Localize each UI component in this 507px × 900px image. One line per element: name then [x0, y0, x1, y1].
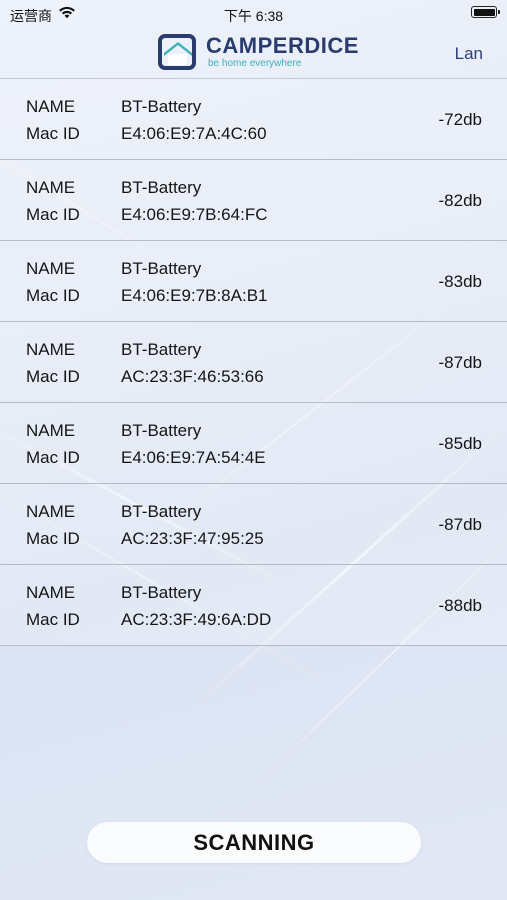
device-row[interactable]: NAME Mac ID BT-Battery AC:23:3F:46:53:66…	[0, 322, 507, 403]
status-bar: 运营商 下午 6:38	[0, 0, 507, 28]
device-name: BT-Battery	[121, 502, 202, 521]
name-label: NAME	[26, 340, 76, 359]
mac-label: Mac ID	[26, 529, 80, 548]
mac-label: Mac ID	[26, 286, 80, 305]
name-label: NAME	[26, 178, 76, 197]
battery-icon	[471, 6, 500, 18]
clock: 下午 6:38	[223, 8, 284, 24]
device-row[interactable]: NAME Mac ID BT-Battery AC:23:3F:49:6A:DD…	[0, 565, 507, 646]
device-signal: -87db	[438, 515, 482, 534]
mac-label: Mac ID	[26, 367, 80, 386]
device-mac: E4:06:E9:7B:8A:B1	[121, 286, 268, 305]
device-mac: E4:06:E9:7A:4C:60	[121, 124, 267, 143]
name-label: NAME	[26, 421, 76, 440]
device-name: BT-Battery	[121, 178, 202, 197]
scan-button[interactable]: SCANNING	[87, 822, 421, 863]
camperdice-logo: CAMPERDICE be home everywhere	[158, 32, 359, 72]
device-row[interactable]: NAME Mac ID BT-Battery E4:06:E9:7A:4C:60…	[0, 79, 507, 160]
device-mac: AC:23:3F:46:53:66	[121, 367, 264, 386]
device-list: NAME Mac ID BT-Battery E4:06:E9:7A:4C:60…	[0, 78, 507, 646]
device-row[interactable]: NAME Mac ID BT-Battery AC:23:3F:47:95:25…	[0, 484, 507, 565]
device-mac: E4:06:E9:7B:64:FC	[121, 205, 268, 224]
name-label: NAME	[26, 502, 76, 521]
mac-label: Mac ID	[26, 205, 80, 224]
device-signal: -85db	[438, 434, 482, 453]
house-logo-icon	[158, 32, 198, 72]
device-row[interactable]: NAME Mac ID BT-Battery E4:06:E9:7A:54:4E…	[0, 403, 507, 484]
brand-tagline: be home everywhere	[208, 58, 302, 69]
device-mac: AC:23:3F:47:95:25	[121, 529, 264, 548]
name-label: NAME	[26, 97, 76, 116]
language-button[interactable]: Lan	[455, 44, 483, 64]
device-signal: -87db	[438, 353, 482, 372]
brand-name: CAMPERDICE	[206, 33, 359, 58]
mac-label: Mac ID	[26, 610, 80, 629]
device-mac: E4:06:E9:7A:54:4E	[121, 448, 266, 467]
device-name: BT-Battery	[121, 259, 202, 278]
device-row[interactable]: NAME Mac ID BT-Battery E4:06:E9:7B:64:FC…	[0, 160, 507, 241]
device-mac: AC:23:3F:49:6A:DD	[121, 610, 272, 629]
device-name: BT-Battery	[121, 583, 202, 602]
device-signal: -82db	[438, 191, 482, 210]
device-signal: -88db	[438, 596, 482, 615]
device-name: BT-Battery	[121, 421, 202, 440]
device-signal: -72db	[438, 110, 482, 129]
mac-label: Mac ID	[26, 124, 80, 143]
device-signal: -83db	[438, 272, 482, 291]
name-label: NAME	[26, 259, 76, 278]
app-header: CAMPERDICE be home everywhere Lan	[0, 28, 507, 78]
device-name: BT-Battery	[121, 340, 202, 359]
mac-label: Mac ID	[26, 448, 80, 467]
device-row[interactable]: NAME Mac ID BT-Battery E4:06:E9:7B:8A:B1…	[0, 241, 507, 322]
device-name: BT-Battery	[121, 97, 202, 116]
name-label: NAME	[26, 583, 76, 602]
